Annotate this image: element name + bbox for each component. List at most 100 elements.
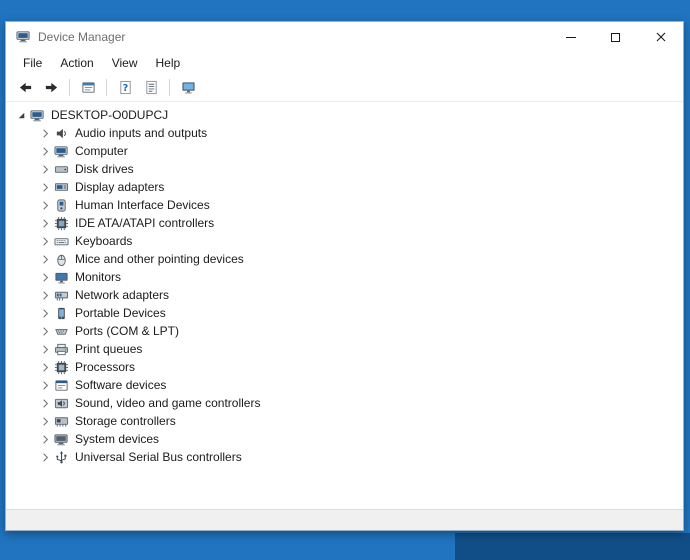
chevron-right-icon[interactable] — [38, 450, 52, 464]
desktop: { "colors": { "desktop_bg": "#2074c0", "… — [0, 0, 690, 560]
storage-controller-icon — [54, 414, 69, 429]
tree-item[interactable]: Universal Serial Bus controllers — [6, 448, 683, 466]
chevron-right-icon[interactable] — [38, 144, 52, 158]
chevron-expanded-icon[interactable] — [14, 108, 28, 122]
keyboard-icon — [54, 234, 69, 249]
chevron-right-icon[interactable] — [38, 162, 52, 176]
device-tree: DESKTOP-O0DUPCJ Audio inputs and outputs… — [6, 102, 683, 509]
toolbar-separator — [106, 79, 107, 96]
close-icon — [656, 32, 666, 42]
chevron-right-icon[interactable] — [38, 360, 52, 374]
tree-item-label: Computer — [73, 144, 130, 158]
display-adapter-icon — [54, 180, 69, 195]
menu-action[interactable]: Action — [51, 54, 102, 72]
tree-item[interactable]: Mice and other pointing devices — [6, 250, 683, 268]
chevron-right-icon[interactable] — [38, 288, 52, 302]
help-button[interactable]: ? — [113, 76, 137, 99]
chevron-right-icon[interactable] — [38, 198, 52, 212]
tree-item[interactable]: IDE ATA/ATAPI controllers — [6, 214, 683, 232]
help-icon: ? — [118, 80, 133, 95]
menu-view[interactable]: View — [103, 54, 147, 72]
scan-monitor-icon — [181, 80, 196, 95]
device-manager-window: Device Manager File Action View Help ? D… — [5, 21, 684, 531]
properties-icon — [144, 80, 159, 95]
tree-item[interactable]: Portable Devices — [6, 304, 683, 322]
tree-item[interactable]: Processors — [6, 358, 683, 376]
tree-item-label: Processors — [73, 360, 137, 374]
tree-item-label: IDE ATA/ATAPI controllers — [73, 216, 216, 230]
chevron-right-icon[interactable] — [38, 342, 52, 356]
close-button[interactable] — [638, 22, 683, 52]
tree-item[interactable]: Audio inputs and outputs — [6, 124, 683, 142]
tree-item[interactable]: Storage controllers — [6, 412, 683, 430]
menu-bar: File Action View Help — [6, 52, 683, 74]
chevron-right-icon[interactable] — [38, 324, 52, 338]
window-title: Device Manager — [38, 30, 548, 44]
chevron-right-icon[interactable] — [38, 270, 52, 284]
tree-item-label: Sound, video and game controllers — [73, 396, 262, 410]
system-device-icon — [54, 432, 69, 447]
chevron-right-icon[interactable] — [38, 216, 52, 230]
forward-button[interactable] — [39, 76, 63, 99]
tree-item[interactable]: Disk drives — [6, 160, 683, 178]
tree-item[interactable]: Sound, video and game controllers — [6, 394, 683, 412]
chevron-right-icon[interactable] — [38, 306, 52, 320]
computer-icon — [54, 144, 69, 159]
console-window-icon — [81, 80, 96, 95]
ports-icon — [54, 324, 69, 339]
console-window-button[interactable] — [76, 76, 100, 99]
chevron-right-icon[interactable] — [38, 378, 52, 392]
chevron-right-icon[interactable] — [38, 432, 52, 446]
sound-controller-icon — [54, 396, 69, 411]
toolbar-separator — [69, 79, 70, 96]
tree-item[interactable]: Ports (COM & LPT) — [6, 322, 683, 340]
toolbar-separator — [169, 79, 170, 96]
tree-item-label: Print queues — [73, 342, 144, 356]
disk-drive-icon — [54, 162, 69, 177]
processor-icon — [54, 360, 69, 375]
status-bar — [6, 509, 683, 530]
software-device-icon — [54, 378, 69, 393]
tree-item[interactable]: Keyboards — [6, 232, 683, 250]
minimize-button[interactable] — [548, 22, 593, 52]
chevron-right-icon[interactable] — [38, 126, 52, 140]
tree-item-label: Mice and other pointing devices — [73, 252, 246, 266]
tree-item[interactable]: Monitors — [6, 268, 683, 286]
tree-item[interactable]: Software devices — [6, 376, 683, 394]
chevron-right-icon[interactable] — [38, 180, 52, 194]
back-button[interactable] — [13, 76, 37, 99]
chevron-right-icon[interactable] — [38, 414, 52, 428]
tree-item-label: Software devices — [73, 378, 168, 392]
tree-item[interactable]: Display adapters — [6, 178, 683, 196]
tree-item[interactable]: System devices — [6, 430, 683, 448]
menu-file[interactable]: File — [14, 54, 51, 72]
maximize-icon — [611, 33, 620, 42]
hid-icon — [54, 198, 69, 213]
tree-item[interactable]: Human Interface Devices — [6, 196, 683, 214]
menu-help[interactable]: Help — [147, 54, 190, 72]
tree-item-label: Storage controllers — [73, 414, 178, 428]
maximize-button[interactable] — [593, 22, 638, 52]
ide-controller-icon — [54, 216, 69, 231]
tree-item[interactable]: Print queues — [6, 340, 683, 358]
title-bar[interactable]: Device Manager — [6, 22, 683, 52]
svg-text:?: ? — [122, 83, 127, 94]
taskbar[interactable] — [455, 533, 690, 560]
chevron-right-icon[interactable] — [38, 396, 52, 410]
tree-item[interactable]: Computer — [6, 142, 683, 160]
back-arrow-icon — [18, 80, 33, 95]
tree-item-label: Human Interface Devices — [73, 198, 212, 212]
scan-hardware-button[interactable] — [176, 76, 200, 99]
tree-root-item[interactable]: DESKTOP-O0DUPCJ — [6, 106, 683, 124]
tree-item-label: Portable Devices — [73, 306, 168, 320]
speaker-icon — [54, 126, 69, 141]
minimize-icon — [566, 37, 576, 38]
tree-item-label: Keyboards — [73, 234, 134, 248]
properties-button[interactable] — [139, 76, 163, 99]
tree-item-label: Audio inputs and outputs — [73, 126, 209, 140]
chevron-right-icon[interactable] — [38, 252, 52, 266]
tree-item-label: Disk drives — [73, 162, 136, 176]
chevron-right-icon[interactable] — [38, 234, 52, 248]
monitor-icon — [54, 270, 69, 285]
tree-item[interactable]: Network adapters — [6, 286, 683, 304]
